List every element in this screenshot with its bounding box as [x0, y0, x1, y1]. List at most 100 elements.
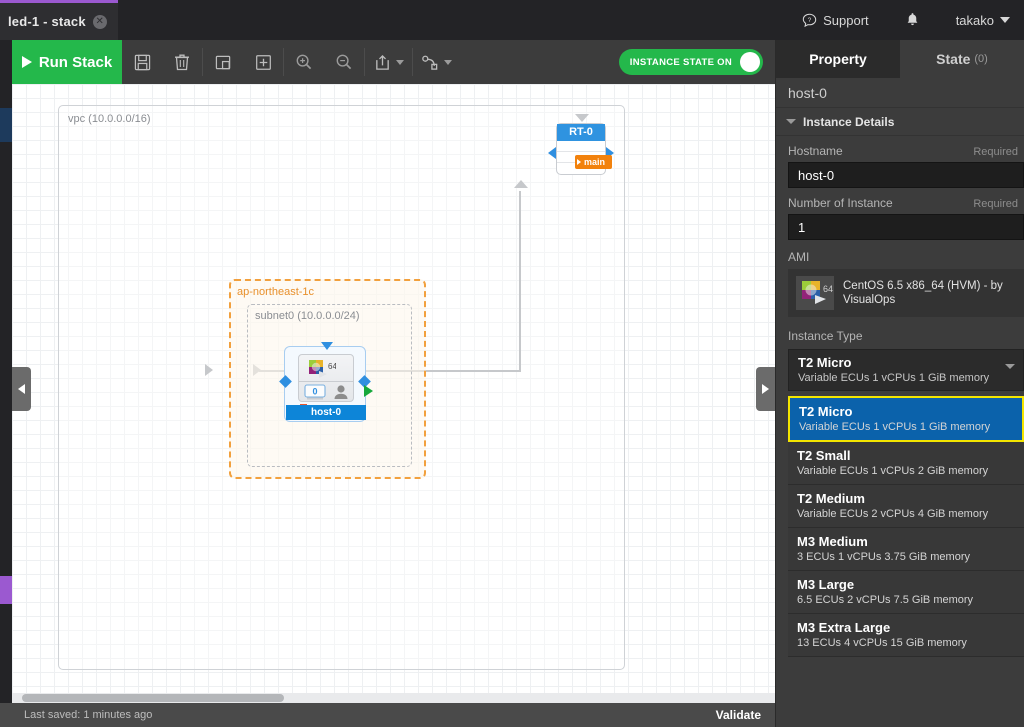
trash-icon — [175, 54, 189, 71]
chevron-left-icon — [18, 384, 25, 394]
field-hostname: Hostname Required host-0 — [776, 136, 1024, 188]
export-button[interactable] — [365, 40, 399, 84]
router-main-tag[interactable]: main — [575, 155, 613, 169]
stack-tab-label: led-1 - stack — [8, 14, 86, 29]
instance-type-option[interactable]: T2 Medium Variable ECUs 2 vCPUs 4 GiB mem… — [788, 485, 1024, 528]
top-bar-actions: ? Support takako — [784, 0, 1024, 40]
property-panel: Property State (0) host-0 Instance Detai… — [775, 40, 1024, 727]
hostname-label: Hostname — [788, 144, 843, 158]
instance-type-option[interactable]: T2 Micro Variable ECUs 1 vCPUs 1 GiB memo… — [788, 396, 1024, 442]
router-port-left-icon[interactable] — [548, 147, 556, 159]
play-icon — [21, 56, 32, 68]
node-body: 64 0 — [298, 354, 354, 402]
instance-type-label: Instance Type — [788, 329, 863, 343]
section-instance-details[interactable]: Instance Details — [776, 108, 1024, 136]
instance-count-input[interactable]: 1 — [788, 214, 1024, 240]
left-rail-item-purple[interactable] — [0, 576, 12, 604]
user-menu[interactable]: takako — [938, 0, 1024, 40]
instance-type-option-spec: Variable ECUs 1 vCPUs 1 GiB memory — [799, 421, 991, 433]
support-button[interactable]: ? Support — [784, 0, 887, 40]
connection-icon — [421, 55, 437, 70]
support-label: Support — [823, 12, 869, 28]
instance-type-option[interactable]: M3 Large 6.5 ECUs 2 vCPUs 7.5 GiB memory — [788, 571, 1024, 614]
tab-state-count: (0) — [974, 53, 988, 65]
plus-box-icon — [255, 54, 271, 70]
top-bar: led-1 - stack ✕ ? Support takako — [0, 0, 1024, 40]
notifications-button[interactable] — [887, 0, 938, 40]
instance-type-dropdown-list[interactable]: T2 Micro Variable ECUs 1 vCPUs 1 GiB memo… — [788, 396, 1024, 657]
chevron-right-icon — [762, 384, 769, 394]
copy-icon — [215, 55, 230, 69]
vpc-label: vpc (10.0.0.0/16) — [68, 113, 151, 125]
app-root: led-1 - stack ✕ ? Support takako Run Sta… — [0, 0, 1024, 727]
centos-icon: 64 — [306, 358, 337, 385]
stack-tab[interactable]: led-1 - stack ✕ — [0, 0, 118, 40]
run-stack-button[interactable]: Run Stack — [12, 40, 122, 84]
svg-text:64: 64 — [328, 362, 336, 371]
export-dropdown-caret[interactable] — [396, 59, 404, 65]
chevron-down-icon[interactable] — [1005, 364, 1015, 369]
instance-type-option-name: T2 Medium — [797, 491, 865, 506]
collapse-left-panel-button[interactable] — [12, 367, 31, 411]
router-node-rt-0[interactable]: RT-0 main — [548, 114, 614, 175]
instance-type-option[interactable]: M3 Extra Large 13 ECUs 4 vCPUs 15 GiB mem… — [788, 614, 1024, 657]
tab-state-label: State — [936, 51, 971, 67]
svg-text:64: 64 — [823, 284, 833, 294]
canvas-horizontal-scrollbar[interactable] — [12, 693, 775, 703]
close-icon[interactable]: ✕ — [92, 14, 107, 29]
hostname-row: Hostname Required — [776, 144, 1024, 162]
export-share-icon — [375, 54, 389, 70]
instance-type-option[interactable]: M3 Medium 3 ECUs 1 vCPUs 3.75 GiB memory — [788, 528, 1024, 571]
copy-button[interactable] — [203, 40, 243, 84]
tab-property-label: Property — [809, 51, 867, 67]
panel-tabs: Property State (0) — [776, 40, 1024, 78]
scrollbar-thumb[interactable] — [22, 694, 284, 702]
instance-type-option-name: T2 Small — [797, 448, 851, 463]
availability-zone-label: ap-northeast-1c — [237, 286, 315, 298]
chevron-down-icon — [1000, 17, 1010, 23]
stack-canvas[interactable]: vpc (10.0.0.0/16) ap-northeast-1c subnet… — [12, 84, 775, 693]
connection-button[interactable] — [413, 40, 447, 84]
delete-button[interactable] — [162, 40, 202, 84]
section-instance-details-label: Instance Details — [803, 114, 895, 129]
instance-state-toggle-wrap: INSTANCE STATE ON — [618, 49, 763, 75]
hostname-required-label: Required — [973, 146, 1018, 158]
instance-state-toggle[interactable]: INSTANCE STATE ON — [618, 49, 763, 75]
instance-type-option[interactable]: T2 Small Variable ECUs 1 vCPUs 2 GiB memo… — [788, 442, 1024, 485]
left-rail-spacer — [0, 40, 12, 84]
ami-selector[interactable]: 64 CentOS 6.5 x86_64 (HVM) - by VisualOp… — [788, 269, 1024, 317]
instance-node-host-0[interactable]: 64 0 host-0 — [279, 342, 373, 422]
node-port-top-icon[interactable] — [321, 342, 333, 350]
help-bubble-icon: ? — [802, 13, 817, 27]
chevron-down-icon — [786, 119, 796, 124]
instance-type-select[interactable]: T2 Micro Variable ECUs 1 vCPUs 1 GiB mem… — [788, 349, 1024, 391]
instance-type-selected-spec: Variable ECUs 1 vCPUs 1 GiB memory — [798, 372, 990, 384]
router-port-top-icon[interactable] — [575, 114, 589, 122]
last-saved-text: Last saved: 1 minutes ago — [24, 709, 153, 721]
zoom-out-button[interactable] — [324, 40, 364, 84]
panel-title: host-0 — [776, 78, 1024, 108]
instance-state-label: INSTANCE STATE ON — [629, 56, 732, 68]
collapse-right-panel-button[interactable] — [756, 367, 775, 411]
zoom-in-icon — [296, 54, 312, 70]
tab-state[interactable]: State (0) — [900, 40, 1024, 78]
instance-count-required-label: Required — [973, 198, 1018, 210]
instance-type-selected-name: T2 Micro — [798, 355, 852, 370]
instance-type-option-name: M3 Large — [797, 577, 855, 592]
tab-property[interactable]: Property — [776, 40, 900, 78]
vpc-container[interactable]: vpc (10.0.0.0/16) ap-northeast-1c subnet… — [58, 105, 625, 670]
router-inbound-arrow — [514, 180, 528, 188]
save-button[interactable] — [122, 40, 162, 84]
validate-button[interactable]: Validate — [702, 703, 775, 727]
disk-counter-icon: 0 — [304, 384, 326, 406]
bell-icon — [907, 13, 918, 26]
server-user-icon — [332, 384, 350, 406]
node-run-icon[interactable] — [364, 385, 373, 397]
add-node-button[interactable] — [243, 40, 283, 84]
connection-dropdown-caret[interactable] — [444, 59, 452, 65]
zoom-in-button[interactable] — [284, 40, 324, 84]
subnet-port-arrow-left — [205, 364, 213, 376]
left-rail-item-blue[interactable] — [0, 108, 12, 142]
hostname-input[interactable]: host-0 — [788, 162, 1024, 188]
instance-type-option-spec: 6.5 ECUs 2 vCPUs 7.5 GiB memory — [797, 594, 974, 606]
